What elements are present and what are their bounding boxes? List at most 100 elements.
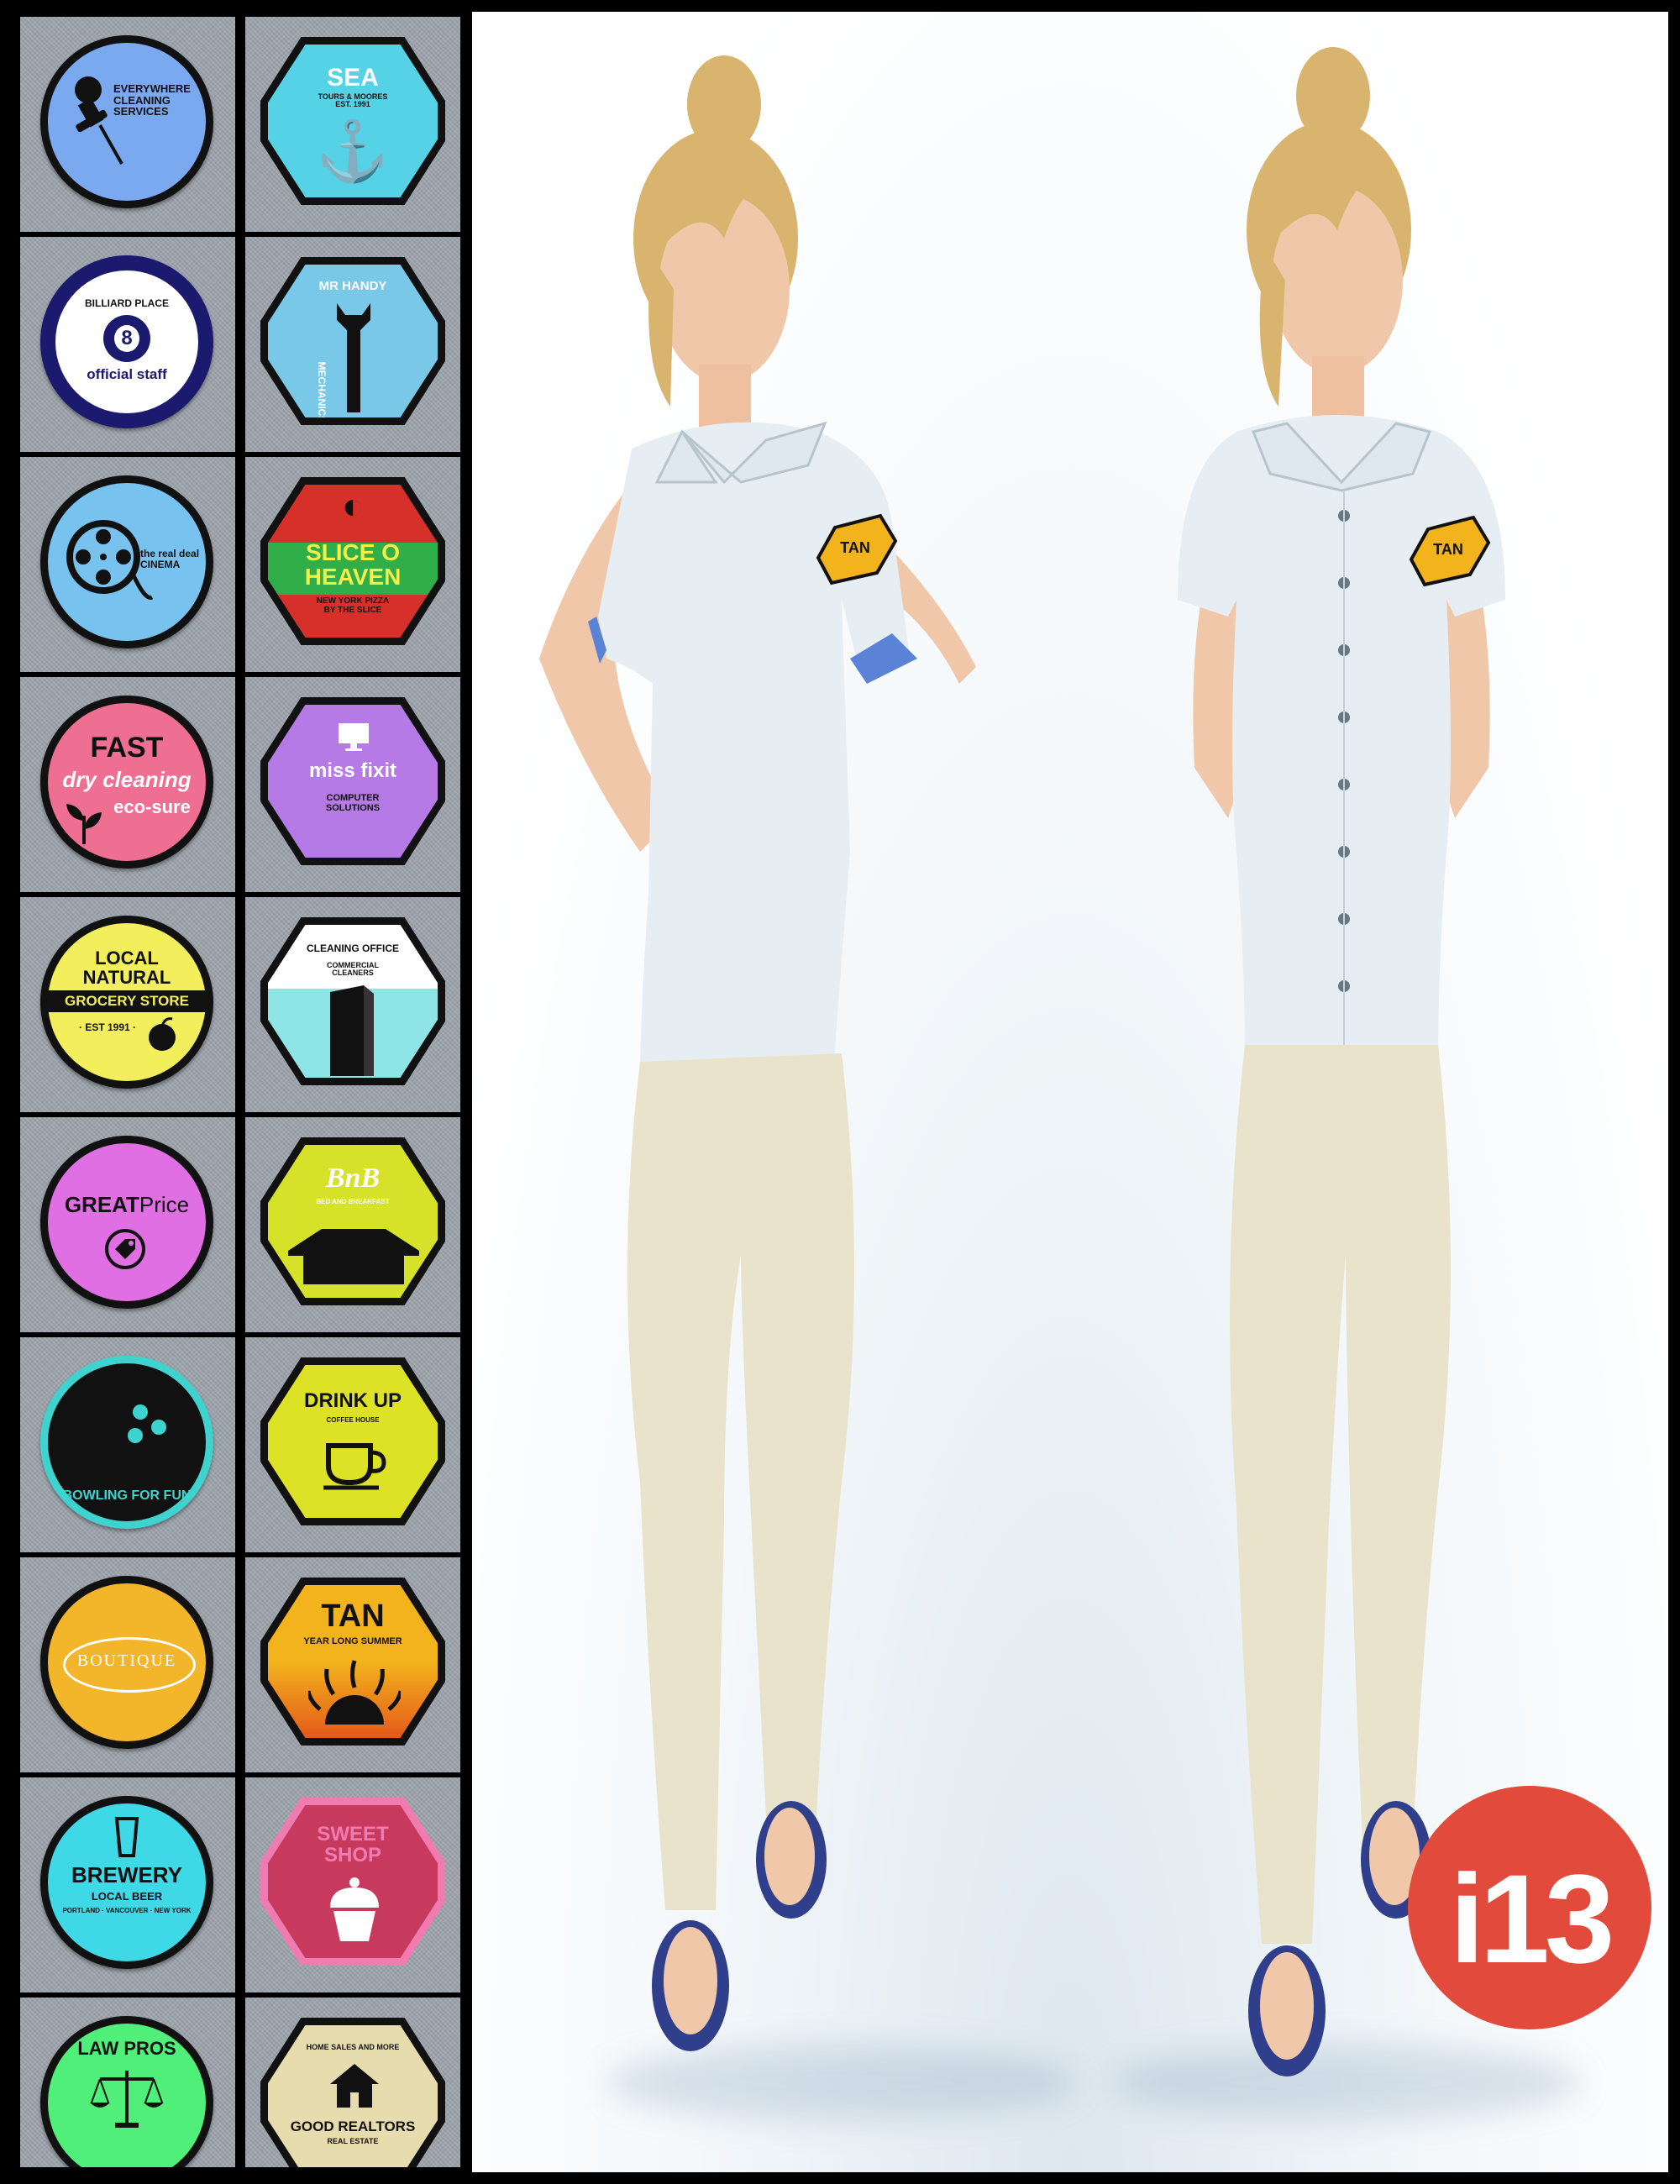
badge-hexagon: SWEET SHOP xyxy=(260,1798,445,1966)
beer-glass-icon xyxy=(114,1817,139,1857)
monitor-icon xyxy=(339,723,369,751)
badge-title: CLEANING OFFICE xyxy=(307,942,399,954)
badge-subtitle: TOURS & MOORES EST. 1991 xyxy=(318,92,388,109)
badge-title: MR HANDY xyxy=(318,279,387,293)
badge-circle: BOUTIQUE xyxy=(40,1576,213,1749)
badge-circle: BREWERY LOCAL BEER PORTLAND · VANCOUVER … xyxy=(40,1796,213,1969)
badge-title: LOCAL NATURAL xyxy=(82,948,171,989)
badge-subtitle: NEW YORK PIZZA BY THE SLICE xyxy=(316,596,390,615)
swatch-billiard-place: BILLIARD PLACE 8 official staff xyxy=(20,237,235,452)
badge-circle: BOWLING FOR FUN xyxy=(40,1356,213,1529)
badge-subtitle: official staff xyxy=(87,366,167,382)
apple-icon xyxy=(149,1017,176,1051)
badge-circle: the real deal CINEMA xyxy=(40,475,213,648)
badge-wordmark: GREATPrice xyxy=(48,1192,206,1218)
badge-title: DRINK UP xyxy=(303,1389,402,1412)
badge-title: BREWERY xyxy=(71,1862,182,1887)
badge-title: BOUTIQUE xyxy=(76,1651,177,1670)
building-icon xyxy=(330,985,374,1076)
chest-badge-left: TAN xyxy=(840,539,870,556)
badge-subtitle: BED AND BREAKFAST xyxy=(316,1198,390,1205)
badge-title: GOOD REALTORS xyxy=(290,2118,416,2134)
badge-title: BILLIARD PLACE xyxy=(85,297,169,309)
anchor-icon: ⚓ xyxy=(316,118,390,184)
brand-logo: i13 xyxy=(1408,1786,1651,2029)
eight-ball-icon: 8 xyxy=(103,315,150,362)
swatch-bnb: BnB BED AND BREAKFAST xyxy=(245,1117,460,1332)
badge-top: HOME SALES AND MORE xyxy=(306,2043,400,2051)
leaf-icon xyxy=(66,804,102,844)
eight-ball-number: 8 xyxy=(114,325,139,352)
coffee-cup-icon xyxy=(323,1443,386,1490)
badge-title: SWEET SHOP xyxy=(317,1823,389,1867)
badge-small: PORTLAND · VANCOUVER · NEW YORK xyxy=(62,1907,192,1914)
badge-title: TAN xyxy=(321,1599,385,1634)
badge-hexagon: MR HANDY MECHANICS xyxy=(260,257,445,425)
badge-circle: EVERYWHERE CLEANING SERVICES xyxy=(40,35,213,208)
badge-hexagon: DRINK UP COFFEE HOUSE xyxy=(260,1357,445,1525)
swatch-good-realtors: HOME SALES AND MORE GOOD REALTORS REAL E… xyxy=(245,1998,460,2167)
swatch-sweet-shop: SWEET SHOP xyxy=(245,1777,460,1992)
badge-hexagon: ◐ SLICE O HEAVEN NEW YORK PIZZA BY THE S… xyxy=(260,477,445,645)
badge-hexagon: TAN YEAR LONG SUMMER xyxy=(260,1578,445,1746)
badge-hexagon: miss fixit COMPUTER SOLUTIONS xyxy=(260,697,445,865)
swatch-cleaning-services: EVERYWHERE CLEANING SERVICES xyxy=(20,17,235,232)
badge-subtitle: COMMERCIAL CLEANERS xyxy=(327,961,379,978)
brand-logo-text: i13 xyxy=(1449,1848,1615,1989)
house-icon xyxy=(288,1229,419,1284)
swatch-dry-cleaning: FAST dry cleaning eco-sure xyxy=(20,677,235,892)
badge-title: SLICE O HEAVEN xyxy=(304,539,402,591)
swatch-miss-fixit: miss fixit COMPUTER SOLUTIONS xyxy=(245,677,460,892)
swatch-sea-tours: SEA TOURS & MOORES EST. 1991 ⚓ xyxy=(245,17,460,232)
wrench-icon xyxy=(337,303,370,412)
swatch-bowling: BOWLING FOR FUN xyxy=(20,1337,235,1552)
cupcake-icon xyxy=(330,1877,379,1941)
badge-subtitle: COFFEE HOUSE xyxy=(326,1416,380,1424)
badge-hexagon: CLEANING OFFICE COMMERCIAL CLEANERS xyxy=(260,917,445,1085)
badge-title: SEA xyxy=(327,64,379,92)
swatch-boutique: BOUTIQUE xyxy=(20,1557,235,1772)
pizza-icon: ◐ xyxy=(341,486,365,527)
badge-circle: LAW PROS xyxy=(40,2016,213,2167)
badge-script: dry cleaning xyxy=(62,767,192,792)
swatch-great-price: GREATPrice xyxy=(20,1117,235,1332)
swatch-cinema: the real deal CINEMA xyxy=(20,457,235,672)
model-left-polo: TAN xyxy=(539,55,976,2051)
badge-circle: LOCAL NATURAL GROCERY STORE · EST 1991 · xyxy=(40,916,213,1089)
badge-hexagon: BnB BED AND BREAKFAST xyxy=(260,1137,445,1305)
swatch-cleaning-office: CLEANING OFFICE COMMERCIAL CLEANERS xyxy=(245,897,460,1112)
badge-circle: FAST dry cleaning eco-sure xyxy=(40,696,213,869)
badge-text: the real deal CINEMA xyxy=(140,548,200,570)
badge-word-light: Price xyxy=(139,1192,190,1217)
badge-circle: BILLIARD PLACE 8 official staff xyxy=(40,255,213,428)
swatch-tan: TAN YEAR LONG SUMMER xyxy=(245,1557,460,1772)
badge-title: BnB xyxy=(325,1163,381,1194)
badge-subtitle: COMPUTER SOLUTIONS xyxy=(325,793,381,813)
badge-title: miss fixit xyxy=(308,759,397,782)
sun-icon xyxy=(308,1660,401,1725)
badge-title: FAST xyxy=(90,732,164,764)
badge-subtitle: MECHANICS xyxy=(316,361,328,423)
house-icon xyxy=(330,2064,379,2108)
badge-hexagon: HOME SALES AND MORE GOOD REALTORS REAL E… xyxy=(260,2018,445,2167)
badge-band: GROCERY STORE xyxy=(45,990,209,1012)
badge-text: BOWLING FOR FUN xyxy=(62,1488,192,1503)
badge-subtitle: YEAR LONG SUMMER xyxy=(303,1636,402,1646)
badge-word-bold: GREAT xyxy=(64,1192,139,1217)
badge-title: LAW PROS xyxy=(77,2038,176,2059)
badge-subtitle: · EST 1991 · xyxy=(78,1021,137,1033)
swatch-mr-handy: MR HANDY MECHANICS xyxy=(245,237,460,452)
badge-subtitle: REAL ESTATE xyxy=(327,2137,379,2145)
badge-hexagon: SEA TOURS & MOORES EST. 1991 ⚓ xyxy=(260,37,445,205)
badge-subtitle: eco-sure xyxy=(113,796,191,817)
price-tag-icon xyxy=(105,1229,145,1269)
badge-subtitle: LOCAL BEER xyxy=(91,1890,163,1903)
chest-badge-right: TAN xyxy=(1433,541,1463,558)
product-promo-image: EVERYWHERE CLEANING SERVICES BILLIARD PL… xyxy=(0,0,1680,2184)
scales-icon xyxy=(90,2071,164,2128)
swatch-law-pros: LAW PROS xyxy=(20,1998,235,2167)
swatch-slice-o-heaven: ◐ SLICE O HEAVEN NEW YORK PIZZA BY THE S… xyxy=(245,457,460,672)
pushpin-icon xyxy=(75,76,123,165)
badge-circle: GREATPrice xyxy=(40,1136,213,1309)
render-panel: TAN TAN i13 xyxy=(472,12,1668,2172)
